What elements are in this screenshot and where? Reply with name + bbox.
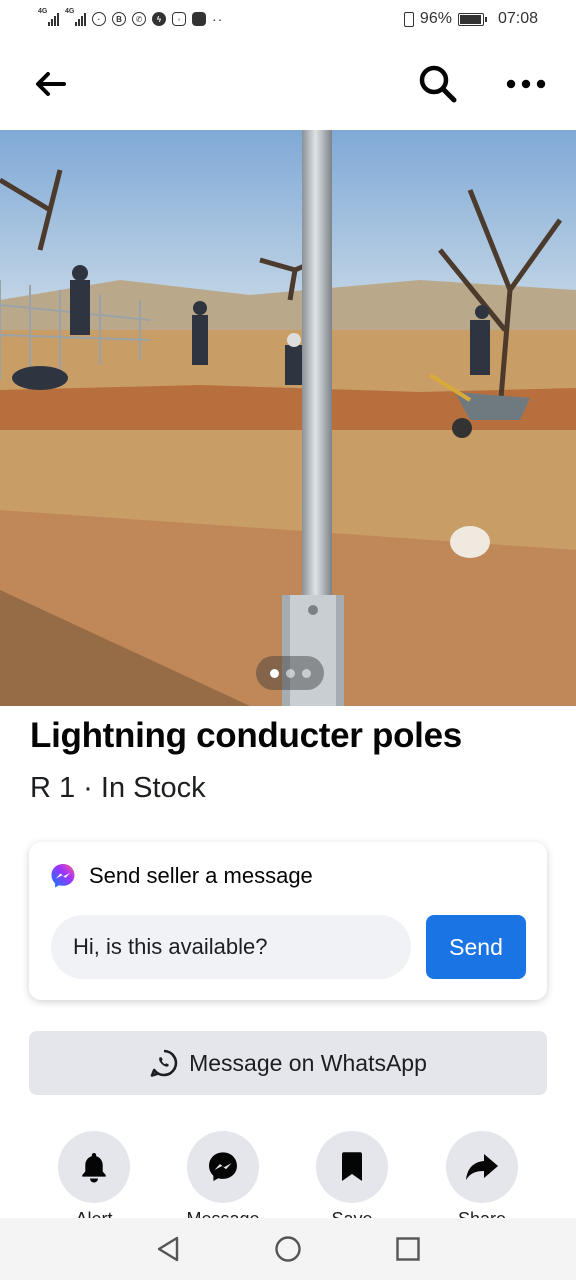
signal-2-icon: 4G: [65, 8, 86, 26]
whatsapp-label: Message on WhatsApp: [189, 1049, 427, 1076]
circle-home-icon: [275, 1236, 301, 1262]
share-action[interactable]: Share: [446, 1131, 518, 1229]
message-card-header: Send seller a message: [49, 862, 313, 890]
instagram-notification-icon: ◦: [172, 12, 186, 26]
search-icon: [419, 65, 457, 103]
vibrate-icon: [403, 11, 414, 27]
messenger-icon: [51, 864, 75, 888]
action-row: Alert Message Save Share: [0, 1131, 576, 1229]
save-button[interactable]: [316, 1131, 388, 1203]
battery-percent: 96%: [419, 10, 452, 27]
system-recents-button[interactable]: [393, 1234, 423, 1264]
more-notifications-icon: ··: [212, 11, 224, 27]
status-bar: 4G 4G · B ✆ ϟ ◦ ·· 96% 07:08: [0, 0, 576, 38]
back-button[interactable]: [24, 58, 76, 110]
listing-title: Lightning conducter poles: [30, 716, 462, 755]
messenger-icon: [209, 1152, 237, 1181]
send-message-card: Send seller a message Hi, is this availa…: [29, 842, 547, 1000]
whatsapp-icon: [150, 1049, 178, 1077]
network-type-1: 4G: [38, 8, 48, 15]
bookmark-icon: [342, 1152, 362, 1181]
alert-button[interactable]: [58, 1131, 130, 1203]
more-dots-icon: [506, 79, 546, 89]
save-action[interactable]: Save: [316, 1131, 388, 1229]
top-nav: [0, 38, 576, 130]
listing-photo[interactable]: [0, 130, 576, 706]
clock: 07:08: [497, 10, 538, 27]
battery-icon: [457, 12, 487, 26]
price-stock: R 1 · In Stock: [30, 772, 206, 804]
messenger-notification-icon: ϟ: [152, 12, 166, 26]
bell-icon: [82, 1153, 106, 1183]
message-action[interactable]: Message: [186, 1131, 260, 1229]
whatsapp-button[interactable]: Message on WhatsApp: [29, 1031, 547, 1095]
back-arrow-icon: [36, 72, 66, 96]
share-icon: [466, 1154, 498, 1180]
listing-photo-image: [0, 130, 576, 706]
pager-dot-active: [269, 668, 279, 678]
nfc-b-icon: B: [112, 12, 126, 26]
pager-dot: [301, 668, 311, 678]
system-nav-bar: [0, 1218, 576, 1280]
square-recents-icon: [396, 1237, 420, 1261]
network-type-2: 4G: [65, 8, 75, 15]
system-home-button[interactable]: [273, 1234, 303, 1264]
alert-action[interactable]: Alert: [58, 1131, 130, 1229]
triangle-back-icon: [157, 1236, 179, 1262]
pager-dot: [285, 668, 295, 678]
hotspot-icon: ·: [92, 12, 106, 26]
more-options-button[interactable]: [500, 58, 552, 110]
message-input[interactable]: Hi, is this available?: [51, 915, 411, 979]
whatsapp-notification-icon: ✆: [132, 12, 146, 26]
message-button[interactable]: [187, 1131, 259, 1203]
send-button[interactable]: Send: [426, 915, 526, 979]
signal-1-icon: 4G: [38, 8, 59, 26]
mail-notification-icon: [192, 12, 206, 26]
system-back-button[interactable]: [153, 1234, 183, 1264]
share-button[interactable]: [446, 1131, 518, 1203]
search-button[interactable]: [412, 58, 464, 110]
message-card-heading: Send seller a message: [89, 863, 313, 888]
photo-pager[interactable]: [256, 656, 324, 690]
